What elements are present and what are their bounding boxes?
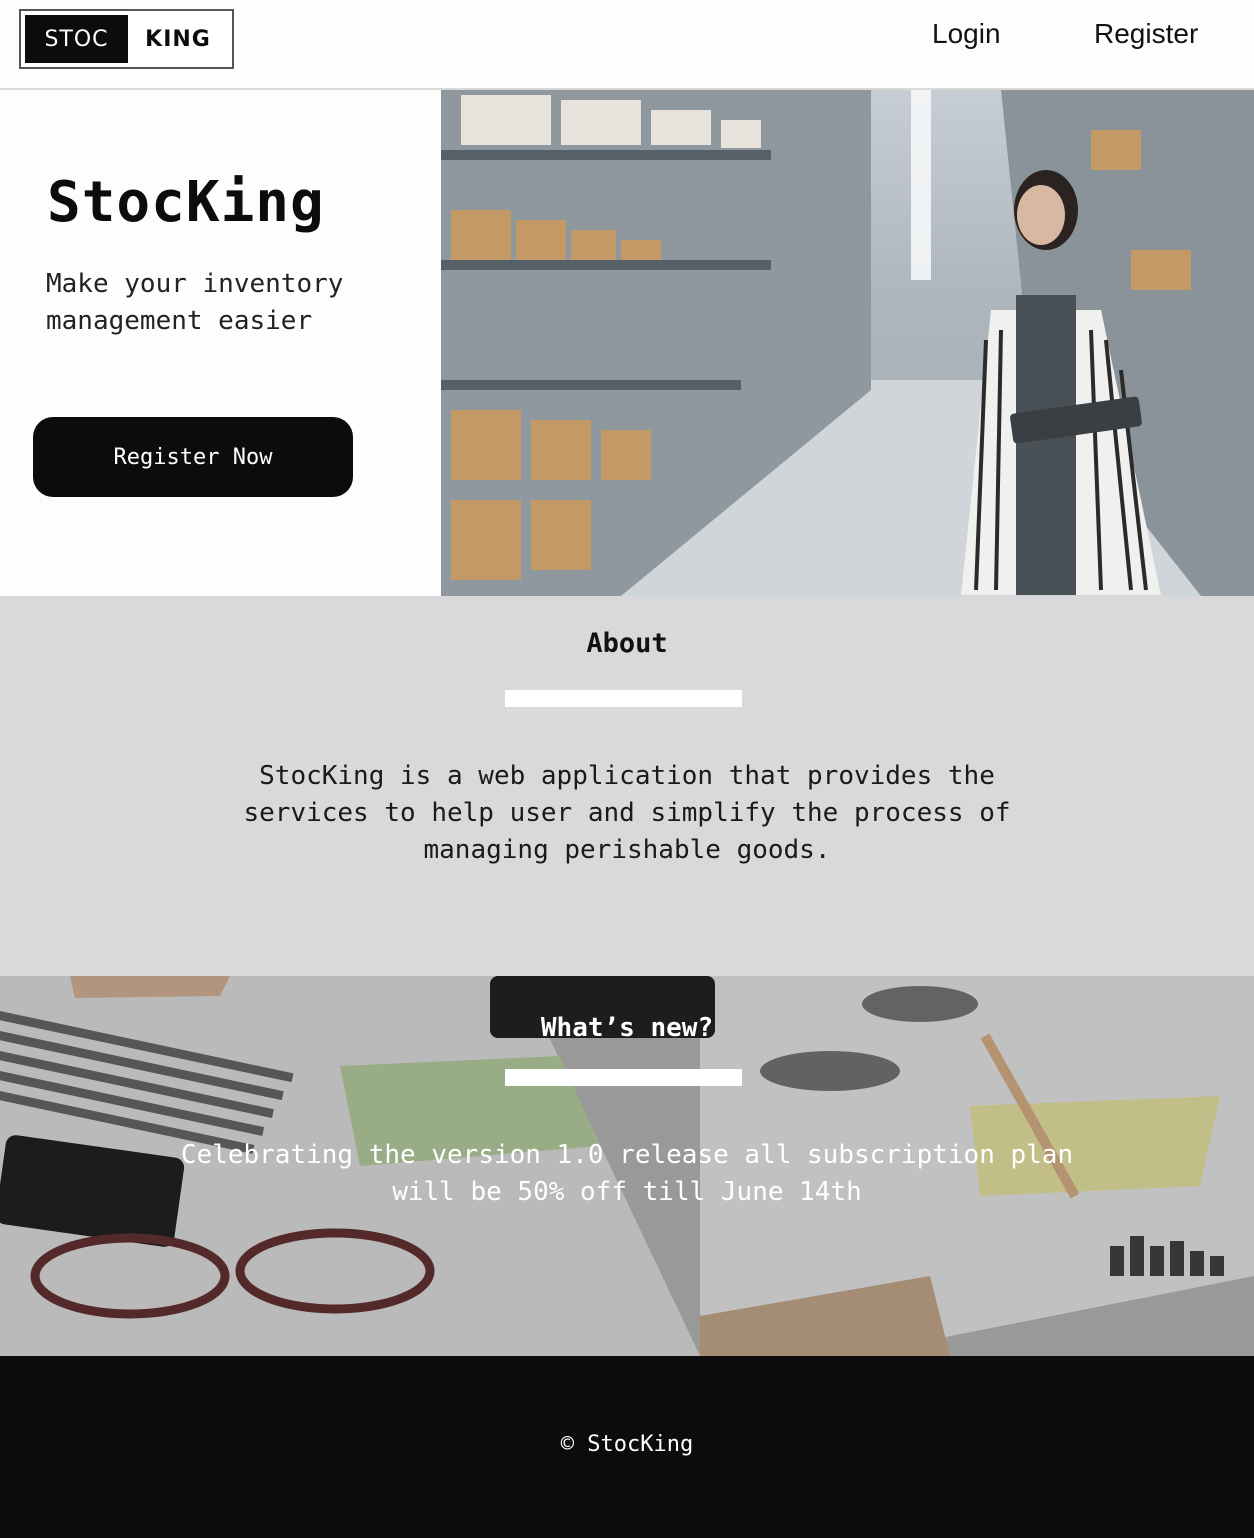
register-now-button[interactable]: Register Now [33,417,353,497]
whats-new-section: What’s new? Celebrating the version 1.0 … [0,976,1254,1356]
whats-new-divider [505,1069,742,1086]
hero-panel [0,92,441,596]
top-navbar: STOC KING Login Register [0,0,1254,90]
whats-new-description: Celebrating the version 1.0 release all … [180,1140,1074,1207]
logo-right-text: KING [145,26,211,52]
warehouse-photo [441,90,1254,596]
about-title: About [586,628,668,659]
register-link[interactable]: Register [1094,18,1198,50]
logo-left-text: STOC [25,15,128,63]
brand-logo[interactable]: STOC KING [19,9,234,69]
footer-copyright: © StocKing [560,1432,694,1457]
warehouse-illustration [441,90,1254,596]
about-description: StocKing is a web application that provi… [243,761,1011,865]
hero-subtitle: Make your inventory management easier [46,269,344,336]
about-divider [505,690,742,707]
about-section: About StocKing is a web application that… [0,596,1254,976]
footer: © StocKing [0,1356,1254,1538]
hero-title: StocKing [47,170,325,235]
whats-new-title: What’s new? [540,1013,714,1043]
login-link[interactable]: Login [932,18,1001,50]
